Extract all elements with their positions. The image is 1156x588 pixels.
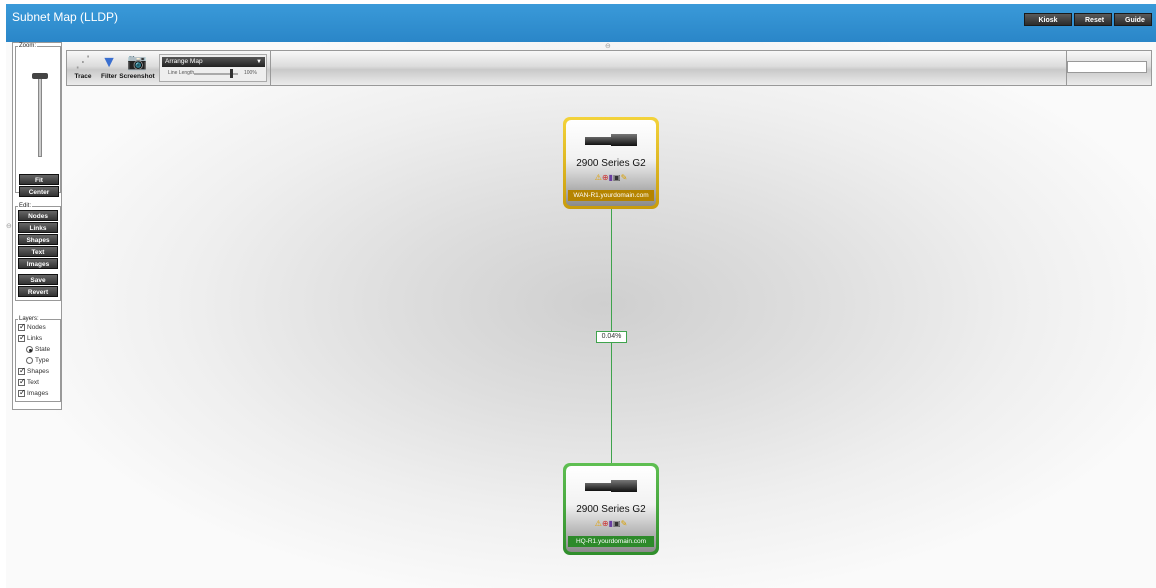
links-state-option[interactable]: State bbox=[18, 344, 58, 355]
layer-nodes-label: Nodes bbox=[27, 324, 46, 331]
zoom-group: Zoom: Fit Center bbox=[15, 43, 61, 197]
layer-shapes-checkbox[interactable] bbox=[18, 366, 26, 375]
toolbar-divider bbox=[270, 51, 271, 85]
arrange-map-select[interactable]: Arrange Map ▼ bbox=[162, 57, 265, 67]
router-device-icon bbox=[585, 480, 637, 494]
divider bbox=[18, 270, 58, 273]
device-tool-icons: ⚠⊕▮▣✎ bbox=[566, 519, 656, 528]
trace-label: Trace bbox=[74, 73, 92, 80]
wrench-icon[interactable]: ✎ bbox=[621, 519, 628, 528]
layers-group: Layers: Nodes Links State Type Shapes bbox=[15, 316, 61, 402]
device-node-body: 2900 Series G2 ⚠⊕▮▣✎ HQ-R1.yourdomain.co… bbox=[566, 466, 656, 552]
layer-shapes-label: Shapes bbox=[27, 368, 50, 375]
arrange-map-value: Arrange Map bbox=[165, 58, 203, 65]
screenshot-label: Screenshot bbox=[119, 73, 155, 80]
zoom-legend: Zoom: bbox=[19, 43, 37, 49]
subnet-map-app: Subnet Map (LLDP) Kiosk Reset Guide ⊖ ⊖ … bbox=[0, 0, 1156, 588]
window-title: Subnet Map (LLDP) bbox=[12, 10, 119, 24]
edit-group: Edit: Nodes Links Shapes Text Images Sav… bbox=[15, 203, 61, 301]
search-input[interactable] bbox=[1067, 61, 1147, 73]
trace-tool[interactable]: ⋰ Trace bbox=[69, 53, 97, 80]
kiosk-button[interactable]: Kiosk bbox=[1024, 13, 1072, 26]
layer-nodes-checkbox[interactable] bbox=[18, 322, 26, 331]
device-model: 2900 Series G2 bbox=[576, 504, 646, 515]
state-label: State bbox=[35, 346, 51, 353]
links-type-option[interactable]: Type bbox=[18, 355, 58, 366]
edit-links-button[interactable]: Links bbox=[18, 222, 58, 233]
title-bar: Subnet Map (LLDP) Kiosk Reset Guide bbox=[6, 4, 1156, 42]
camera-icon: 📷 bbox=[127, 54, 147, 71]
edit-images-button[interactable]: Images bbox=[18, 258, 58, 269]
zoom-slider-handle[interactable] bbox=[32, 73, 48, 79]
wrench-icon[interactable]: ✎ bbox=[621, 173, 628, 182]
layer-nodes[interactable]: Nodes bbox=[18, 322, 58, 333]
reset-button[interactable]: Reset bbox=[1074, 13, 1112, 26]
map-toolbar: ⋰ Trace ▼ Filter 📷 Screenshot Arrange Ma… bbox=[66, 50, 1152, 86]
router-device-icon bbox=[585, 134, 637, 148]
printer-icon[interactable]: ▣ bbox=[613, 519, 621, 528]
zoom-buttons: Fit Center bbox=[19, 173, 59, 198]
layer-shapes[interactable]: Shapes bbox=[18, 366, 58, 377]
device-tool-icons: ⚠⊕▮▣✎ bbox=[566, 173, 656, 182]
layer-links-label: Links bbox=[27, 335, 43, 342]
zoom-slider-track[interactable] bbox=[38, 77, 42, 157]
layer-images-label: Images bbox=[27, 390, 49, 397]
state-radio[interactable] bbox=[26, 346, 33, 353]
layer-text-label: Text bbox=[27, 379, 39, 386]
arrange-map-control: Arrange Map ▼ Line Length 100% bbox=[159, 54, 267, 82]
left-control-panel: Zoom: Fit Center Edit: Nodes Links Shape… bbox=[12, 42, 62, 410]
type-label: Type bbox=[35, 357, 50, 364]
revert-button[interactable]: Revert bbox=[18, 286, 58, 297]
line-length-label: Line Length bbox=[168, 70, 195, 76]
device-hostname: WAN-R1.yourdomain.com bbox=[568, 190, 654, 201]
layer-links[interactable]: Links bbox=[18, 333, 58, 344]
chevron-down-icon: ▼ bbox=[256, 59, 262, 65]
save-button[interactable]: Save bbox=[18, 274, 58, 285]
lifesaver-icon[interactable]: ⊕ bbox=[602, 519, 609, 528]
layer-images[interactable]: Images bbox=[18, 388, 58, 399]
device-node-body: 2900 Series G2 ⚠⊕▮▣✎ WAN-R1.yourdomain.c… bbox=[566, 120, 656, 206]
layer-text-checkbox[interactable] bbox=[18, 377, 26, 386]
fit-button[interactable]: Fit bbox=[19, 174, 59, 185]
edit-nodes-button[interactable]: Nodes bbox=[18, 210, 58, 221]
collapse-toolbar-icon[interactable]: ⊖ bbox=[605, 42, 611, 50]
type-radio[interactable] bbox=[26, 357, 33, 364]
device-node[interactable]: 2900 Series G2 ⚠⊕▮▣✎ WAN-R1.yourdomain.c… bbox=[563, 117, 659, 209]
layer-text[interactable]: Text bbox=[18, 377, 58, 388]
guide-button[interactable]: Guide bbox=[1114, 13, 1152, 26]
link-utilization-label[interactable]: 0.04% bbox=[596, 331, 627, 343]
device-hostname: HQ-R1.yourdomain.com bbox=[568, 536, 654, 547]
warning-icon[interactable]: ⚠ bbox=[595, 519, 602, 528]
edit-legend: Edit: bbox=[19, 203, 32, 209]
device-node[interactable]: 2900 Series G2 ⚠⊕▮▣✎ HQ-R1.yourdomain.co… bbox=[563, 463, 659, 555]
screenshot-tool[interactable]: 📷 Screenshot bbox=[119, 53, 155, 80]
lifesaver-icon[interactable]: ⊕ bbox=[602, 173, 609, 182]
line-length-slider-handle[interactable] bbox=[230, 69, 233, 78]
header-button-group: Kiosk Reset Guide bbox=[1024, 13, 1152, 26]
trace-icon: ⋰ bbox=[75, 54, 91, 71]
layer-links-checkbox[interactable] bbox=[18, 333, 26, 342]
warning-icon[interactable]: ⚠ bbox=[595, 173, 602, 182]
edit-shapes-button[interactable]: Shapes bbox=[18, 234, 58, 245]
collapse-panel-icon[interactable]: ⊖ bbox=[6, 222, 12, 230]
layer-images-checkbox[interactable] bbox=[18, 388, 26, 397]
line-length-value: 100% bbox=[244, 70, 257, 76]
printer-icon[interactable]: ▣ bbox=[613, 173, 621, 182]
center-button[interactable]: Center bbox=[19, 186, 59, 197]
device-model: 2900 Series G2 bbox=[576, 158, 646, 169]
edit-text-button[interactable]: Text bbox=[18, 246, 58, 257]
